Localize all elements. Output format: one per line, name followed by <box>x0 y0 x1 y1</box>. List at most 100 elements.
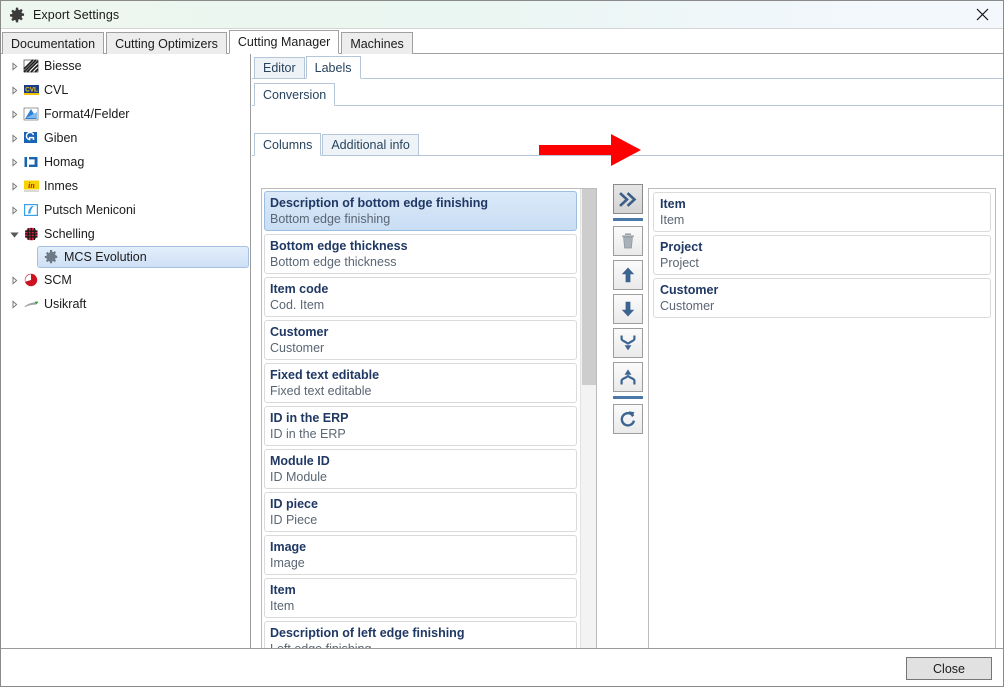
toolbar-separator <box>613 396 643 399</box>
tree-item-homag[interactable]: Homag <box>1 150 250 174</box>
column-title: ID piece <box>270 497 318 511</box>
list-item[interactable]: Project Project <box>653 235 991 275</box>
tab-label: Additional info <box>331 138 410 152</box>
list-item[interactable]: Bottom edge thickness Bottom edge thickn… <box>264 234 577 274</box>
merge-columns-button[interactable] <box>613 328 643 358</box>
column-title: Project <box>660 240 703 254</box>
available-columns-list[interactable]: Description of bottom edge finishing Bot… <box>261 188 597 686</box>
putsch-logo-icon <box>23 202 40 218</box>
transfer-toolbar <box>613 184 647 434</box>
refresh-icon <box>619 410 637 428</box>
add-column-button[interactable] <box>613 184 643 214</box>
chevron-right-icon[interactable] <box>5 61 23 71</box>
columns-panel: Description of bottom edge finishing Bot… <box>252 157 1003 686</box>
gear-icon <box>43 249 60 265</box>
tree-item-biesse[interactable]: Biesse <box>1 54 250 78</box>
chevron-down-icon[interactable] <box>5 230 23 239</box>
usikraft-logo-icon <box>23 296 40 312</box>
tree-item-inmes[interactable]: in Inmes <box>1 174 250 198</box>
tab-label: Columns <box>263 138 313 152</box>
reset-button[interactable] <box>613 404 643 434</box>
tab-label: Labels <box>314 61 352 75</box>
scm-logo-icon <box>23 272 40 288</box>
list-scrollbar[interactable] <box>580 189 596 686</box>
tab-bar-columns: Columns Additional info <box>252 132 1003 156</box>
column-subtitle: ID Piece <box>270 513 318 527</box>
tab-cutting-optimizers[interactable]: Cutting Optimizers <box>106 32 227 54</box>
list-item[interactable]: Item code Cod. Item <box>264 277 577 317</box>
tab-conversion[interactable]: Conversion <box>254 83 336 106</box>
split-columns-button[interactable] <box>613 362 643 392</box>
chevron-right-icon[interactable] <box>5 133 23 143</box>
close-icon[interactable] <box>959 1 1003 27</box>
tree-item-mcs-evolution[interactable]: MCS Evolution <box>37 246 249 268</box>
tab-bar-editor-labels: Editor Labels <box>252 54 1003 79</box>
tree-item-scm[interactable]: SCM <box>1 268 250 292</box>
list-item[interactable]: Description of bottom edge finishing Bot… <box>264 191 577 231</box>
tab-label: Documentation <box>11 37 96 51</box>
delete-column-button[interactable] <box>613 226 643 256</box>
column-subtitle: ID in the ERP <box>270 427 346 441</box>
tab-editor[interactable]: Editor <box>254 57 305 78</box>
svg-text:CVL: CVL <box>25 87 38 94</box>
tree-item-label: MCS Evolution <box>64 250 147 264</box>
tree-item-usikraft[interactable]: Usikraft <box>1 292 250 316</box>
column-title: Image <box>270 540 307 554</box>
tree-item-putsch-meniconi[interactable]: Putsch Meniconi <box>1 198 250 222</box>
tree-item-schelling[interactable]: Schelling <box>1 222 250 246</box>
tab-columns[interactable]: Columns <box>254 133 322 156</box>
scrollbar-thumb[interactable] <box>582 189 596 385</box>
toolbar-separator <box>613 218 643 221</box>
chevron-right-icon[interactable] <box>5 157 23 167</box>
column-subtitle: Customer <box>660 299 715 313</box>
list-item[interactable]: ID in the ERP ID in the ERP <box>264 406 577 446</box>
list-item[interactable]: Customer Customer <box>264 320 577 360</box>
tree-item-label: SCM <box>44 273 72 287</box>
column-subtitle: Item <box>660 213 685 227</box>
tab-label: Cutting Manager <box>237 35 331 49</box>
list-item[interactable]: Customer Customer <box>653 278 991 318</box>
split-up-icon <box>619 368 637 386</box>
column-subtitle: Bottom edge finishing <box>270 212 391 226</box>
chevron-right-icon[interactable] <box>5 205 23 215</box>
tree-item-label: Homag <box>44 155 85 169</box>
chevron-right-icon[interactable] <box>5 299 23 309</box>
move-down-button[interactable] <box>613 294 643 324</box>
tab-documentation[interactable]: Documentation <box>2 32 105 54</box>
selected-columns-list[interactable]: Item Item Project Project Customer Custo… <box>648 188 996 686</box>
tab-label: Conversion <box>263 88 327 102</box>
tree-item-giben[interactable]: Giben <box>1 126 250 150</box>
list-item[interactable]: Module ID ID Module <box>264 449 577 489</box>
tab-cutting-manager[interactable]: Cutting Manager <box>228 30 340 54</box>
format4-logo-icon <box>23 106 40 122</box>
list-item[interactable]: Item Item <box>653 192 991 232</box>
tab-bar-conversion: Conversion <box>252 81 1003 106</box>
tree-item-label: CVL <box>44 83 69 97</box>
tree-item-cvl[interactable]: CVL CVL <box>1 78 250 102</box>
main-tab-bar: Documentation Cutting Optimizers Cutting… <box>1 29 1003 54</box>
column-title: Customer <box>270 325 329 339</box>
chevron-right-icon[interactable] <box>5 109 23 119</box>
move-up-button[interactable] <box>613 260 643 290</box>
arrow-down-icon <box>619 300 637 318</box>
close-button[interactable]: Close <box>906 657 992 680</box>
tree-item-label: Usikraft <box>44 297 87 311</box>
svg-text:in: in <box>28 181 35 190</box>
column-title: Item <box>270 583 296 597</box>
list-item[interactable]: Item Item <box>264 578 577 618</box>
column-subtitle: Image <box>270 556 305 570</box>
window-title: Export Settings <box>33 7 120 22</box>
chevron-right-icon[interactable] <box>5 85 23 95</box>
column-subtitle: Item <box>270 599 295 613</box>
list-item[interactable]: Fixed text editable Fixed text editable <box>264 363 577 403</box>
tree-item-format4-felder[interactable]: Format4/Felder <box>1 102 250 126</box>
chevron-right-icon[interactable] <box>5 181 23 191</box>
tab-label: Cutting Optimizers <box>115 37 218 51</box>
tab-additional-info[interactable]: Additional info <box>322 134 419 155</box>
tab-machines[interactable]: Machines <box>341 32 413 54</box>
tree-item-label: Putsch Meniconi <box>44 203 136 217</box>
chevron-right-icon[interactable] <box>5 275 23 285</box>
tab-labels[interactable]: Labels <box>305 56 361 79</box>
list-item[interactable]: Image Image <box>264 535 577 575</box>
list-item[interactable]: ID piece ID Piece <box>264 492 577 532</box>
